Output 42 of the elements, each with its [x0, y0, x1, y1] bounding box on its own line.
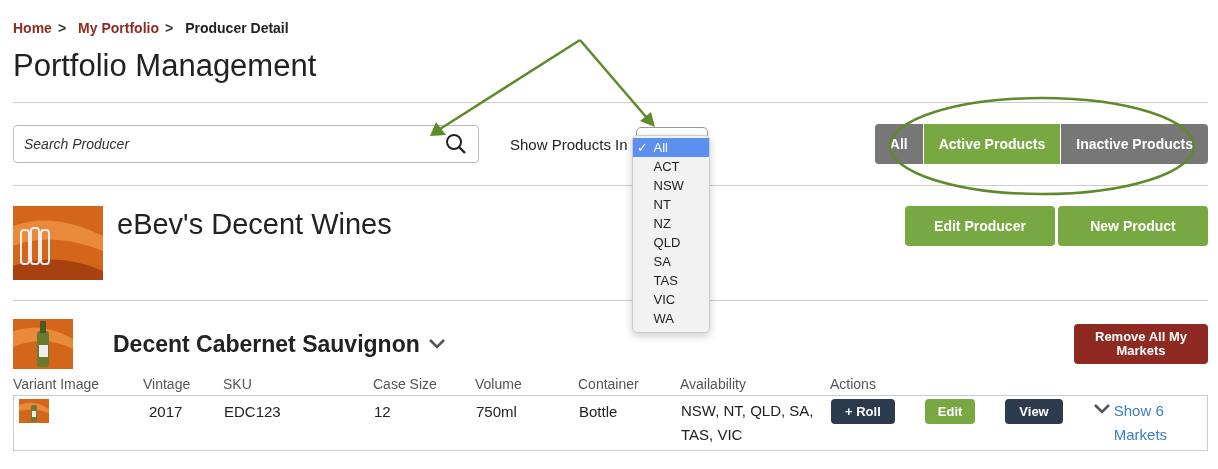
search-field[interactable]: Search Producer [13, 125, 479, 163]
filter-tab[interactable]: Inactive Products [1060, 124, 1208, 164]
breadcrumb-current: Producer Detail [185, 20, 289, 36]
column-header: Container [578, 376, 640, 392]
table-cell-text: 2017 [148, 402, 184, 420]
table-cell-text: 12 [374, 402, 392, 420]
table-cell-text: Bottle [579, 402, 619, 420]
breadcrumb-link[interactable]: Home [13, 20, 52, 36]
chevron-down-icon[interactable] [1092, 403, 1111, 415]
search-icon [445, 133, 467, 155]
dropdown-option[interactable]: VIC [632, 290, 709, 309]
dropdown-option[interactable]: QLD [632, 233, 709, 252]
breadcrumb-separator: > [57, 20, 67, 36]
column-header: Availability [680, 376, 747, 392]
column-header: Case Size [373, 376, 438, 392]
column-header: Volume [475, 376, 523, 392]
dropdown-option[interactable]: NSW [632, 176, 709, 195]
breadcrumb-link[interactable]: My Portfolio [78, 20, 159, 36]
show-markets-link[interactable]: Show 6 Markets [1113, 399, 1183, 447]
dropdown-option[interactable]: NT [632, 195, 709, 214]
dropdown-option[interactable]: ACT [632, 157, 709, 176]
dropdown-option[interactable]: WA [632, 309, 709, 328]
breadcrumb-separator: > [165, 20, 174, 36]
column-header: SKU [223, 376, 253, 392]
dropdown-option[interactable]: TAS [632, 271, 709, 290]
action-button[interactable]: + Roll [831, 399, 895, 424]
column-header: Variant Image [13, 376, 101, 392]
remove-markets-button[interactable]: Remove All My Markets [1074, 324, 1208, 364]
filter-label: Show Products In [510, 135, 628, 153]
table-cell-text: 750ml [476, 402, 518, 420]
filter-tab[interactable]: All [874, 124, 923, 164]
producer-name: eBev's Decent Wines [117, 208, 392, 241]
dropdown-option[interactable]: NZ [632, 214, 709, 233]
column-header: Actions [830, 376, 877, 392]
dropdown-option[interactable]: SA [632, 252, 709, 271]
chevron-down-icon[interactable] [427, 338, 446, 350]
column-header: Vintage [143, 376, 192, 392]
table-cell-text: EDC123 [224, 402, 282, 420]
table-cell-text: NSW, NT, QLD, SA, TAS, VIC [681, 401, 815, 445]
page-title: Portfolio Management [13, 48, 318, 84]
action-button[interactable]: View [1005, 399, 1063, 424]
product-name: Decent Cabernet Sauvignon [113, 330, 420, 358]
